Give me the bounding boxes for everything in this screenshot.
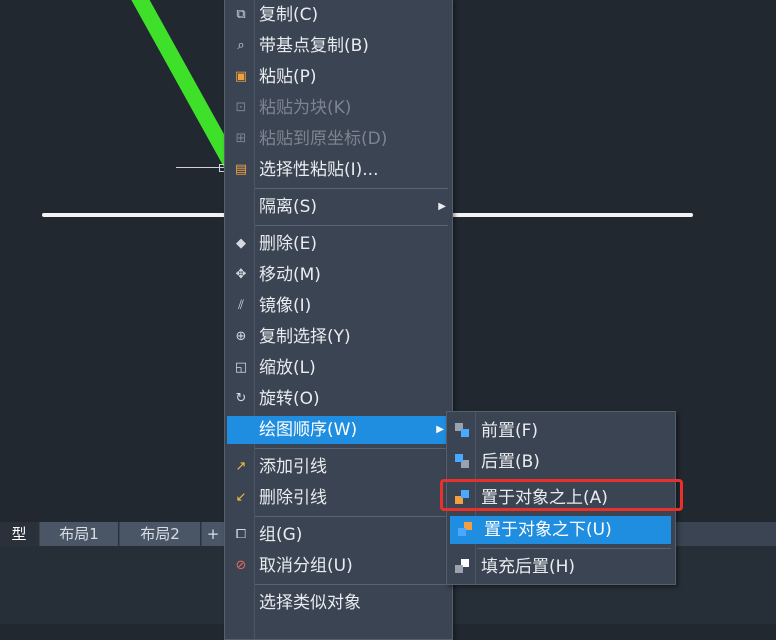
hatch-to-back-icon [455, 559, 471, 575]
tab-layout1[interactable]: 布局1 [40, 522, 119, 546]
menu-item-move[interactable]: ✥ 移动(M) [225, 261, 452, 289]
submenu-item-send-to-back[interactable]: 后置(B) [447, 448, 675, 476]
move-icon: ✥ [235, 267, 247, 282]
submenu-arrow-icon: ▶ [436, 424, 444, 435]
separator [255, 188, 448, 189]
selected-green-polyline[interactable] [128, 0, 239, 169]
context-menu: ⧉ 复制(C) ⌕ 带基点复制(B) ▣ 粘贴(P) ⊡ 粘贴为块(K) ⊞ 粘… [224, 0, 453, 640]
separator [477, 548, 671, 549]
annotation-highlight-box [440, 479, 683, 511]
menu-item-paste-block: ⊡ 粘贴为块(K) [225, 94, 452, 122]
menu-item-mirror[interactable]: ⫽ 镜像(I) [225, 292, 452, 320]
submenu-item-bring-to-front[interactable]: 前置(F) [447, 417, 675, 445]
send-to-back-icon [455, 454, 471, 470]
menu-item-isolate[interactable]: 隔离(S) ▶ [225, 193, 452, 221]
menu-item-scale[interactable]: ◱ 缩放(L) [225, 354, 452, 382]
rotate-icon: ↻ [235, 391, 247, 406]
paste-orig-coords-icon: ⊞ [235, 131, 247, 146]
menu-item-paste[interactable]: ▣ 粘贴(P) [225, 63, 452, 91]
menu-item-paste-orig-coords: ⊞ 粘贴到原坐标(D) [225, 125, 452, 153]
eraser-icon: ◆ [236, 236, 246, 251]
separator [255, 448, 448, 449]
bring-to-front-icon [455, 423, 471, 439]
menu-item-copy-selection[interactable]: ⊕ 复制选择(Y) [225, 323, 452, 351]
ungroup-icon: ⊘ [235, 558, 247, 573]
tab-layout2[interactable]: 布局2 [120, 522, 201, 546]
menu-item-copy-basepoint[interactable]: ⌕ 带基点复制(B) [225, 32, 452, 60]
submenu-arrow-icon: ▶ [438, 201, 446, 212]
menu-item-select-similar[interactable]: 选择类似对象 [225, 589, 452, 617]
remove-leader-icon: ↙ [235, 490, 247, 505]
menu-item-remove-leader[interactable]: ↙ 删除引线 [225, 484, 452, 512]
menu-item-copy[interactable]: ⧉ 复制(C) [225, 1, 452, 29]
paste-special-icon: ▤ [234, 162, 248, 177]
mirror-icon: ⫽ [238, 298, 244, 313]
submenu-item-send-under-objects[interactable]: 置于对象之下(U) [450, 516, 671, 544]
copy-icon: ⧉ [236, 7, 246, 22]
menu-item-add-leader[interactable]: ↗ 添加引线 [225, 453, 452, 481]
menu-item-ungroup[interactable]: ⊘ 取消分组(U) [225, 552, 452, 580]
send-under-objects-icon [458, 522, 474, 538]
copy-selection-icon: ⊕ [235, 329, 247, 344]
menu-item-erase[interactable]: ◆ 删除(E) [225, 230, 452, 258]
copy-basepoint-icon: ⌕ [237, 38, 245, 53]
tab-model[interactable]: 型 [0, 522, 39, 546]
add-leader-icon: ↗ [235, 459, 247, 474]
separator [255, 516, 448, 517]
paste-icon: ▣ [234, 69, 248, 84]
paste-block-icon: ⊡ [235, 100, 247, 115]
separator [255, 225, 448, 226]
tab-add[interactable]: + [202, 522, 225, 546]
menu-item-paste-special[interactable]: ▤ 选择性粘贴(I)... [225, 156, 452, 184]
group-icon: ⧠ [235, 527, 247, 542]
menu-item-group[interactable]: ⧠ 组(G) [225, 521, 452, 549]
scale-icon: ◱ [234, 360, 248, 375]
menu-item-rotate[interactable]: ↻ 旋转(O) [225, 385, 452, 413]
menu-item-draw-order[interactable]: 绘图顺序(W) ▶ [227, 416, 450, 444]
separator [255, 584, 448, 585]
submenu-item-hatch-to-back[interactable]: 填充后置(H) [447, 553, 675, 581]
